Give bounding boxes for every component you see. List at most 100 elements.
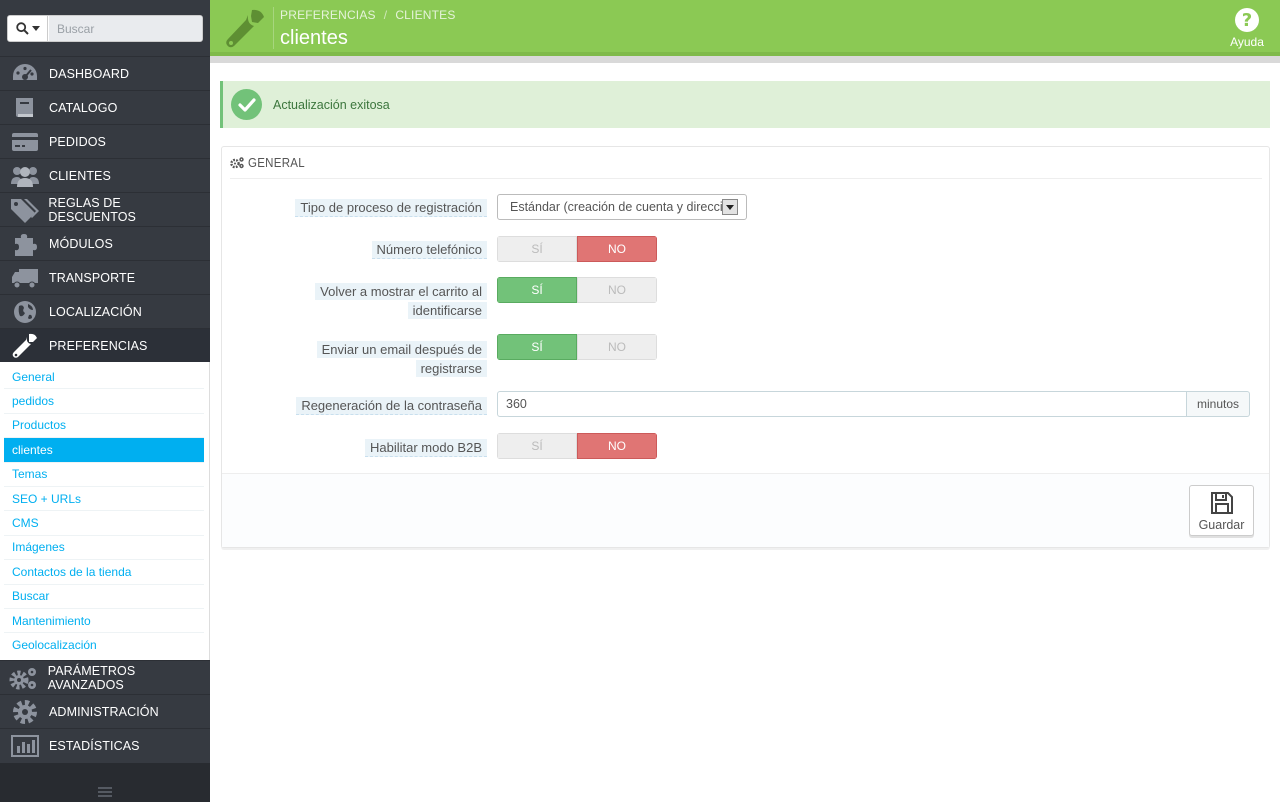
caret-down-icon <box>31 26 40 31</box>
cart-yes-option[interactable]: SÍ <box>497 277 577 303</box>
submenu-item-seo-urls[interactable]: SEO + URLs <box>4 487 204 512</box>
preferences-submenu: General pedidos Productos clientes Temas… <box>0 362 210 660</box>
menu-item-pedidos[interactable]: PEDIDOS <box>0 124 210 158</box>
save-label: Guardar <box>1198 518 1245 532</box>
phone-switch: SÍ NO <box>497 236 657 262</box>
phone-no-option[interactable]: NO <box>577 236 657 262</box>
menu-label: PREFERENCIAS <box>49 338 148 353</box>
password-regeneration-input[interactable] <box>497 391 1187 417</box>
menu-label: DASHBOARD <box>49 66 130 81</box>
menu-item-modulos[interactable]: MÓDULOS <box>0 226 210 260</box>
field-label: Volver a mostrar el carrito al identific… <box>315 282 487 320</box>
question-icon: ? <box>1235 8 1259 32</box>
submenu-item-general[interactable]: General <box>4 365 204 390</box>
menu-label: ADMINISTRACIÓN <box>49 704 159 719</box>
sidebar: DASHBOARD CATALOGO PEDIDOS CLIENTES REGL… <box>0 0 210 802</box>
menu-item-preferencias[interactable]: PREFERENCIAS <box>0 328 210 362</box>
submenu-item-geolocalizacion[interactable]: Geolocalización <box>4 633 204 657</box>
breadcrumb-preferencias[interactable]: PREFERENCIAS <box>280 8 376 22</box>
field-label: Regeneración de la contraseña <box>296 396 487 415</box>
field-label: Enviar un email después de registrarse <box>316 340 487 378</box>
sidebar-collapse-bar[interactable] <box>0 763 210 802</box>
submenu-item-cms[interactable]: CMS <box>4 511 204 536</box>
email-no-option[interactable]: NO <box>577 334 657 360</box>
password-label: Regeneración de la contraseña <box>296 397 487 415</box>
panel-heading: GENERAL <box>230 147 1262 179</box>
bar-chart-icon <box>0 729 49 763</box>
search-box <box>7 15 203 42</box>
wrench-icon <box>222 6 268 52</box>
submenu-item-contactos[interactable]: Contactos de la tienda <box>4 560 204 585</box>
cart-no-option[interactable]: NO <box>577 277 657 303</box>
cart-label-line-1: Volver a mostrar el carrito al <box>315 283 487 300</box>
submenu-item-imagenes[interactable]: Imágenes <box>4 536 204 561</box>
dashboard-icon <box>0 57 49 91</box>
menu-label: LOCALIZACIÓN <box>49 304 142 319</box>
puzzle-icon <box>0 227 49 261</box>
cog-icon <box>0 695 49 729</box>
floppy-disk-icon <box>1210 492 1233 514</box>
cogs-icon <box>0 661 48 695</box>
main-menu: DASHBOARD CATALOGO PEDIDOS CLIENTES REGL… <box>0 56 210 362</box>
search-input[interactable] <box>49 16 202 41</box>
credit-card-icon <box>0 125 49 159</box>
page-title: clientes <box>280 27 348 49</box>
success-alert: Actualización exitosa <box>220 81 1270 128</box>
registration-type-label: Tipo de proceso de registración <box>295 199 487 217</box>
menu-label: REGLAS DE DESCUENTOS <box>48 195 136 224</box>
caret-down-icon <box>722 199 738 215</box>
menu-label: PEDIDOS <box>49 134 106 149</box>
b2b-label: Habilitar modo B2B <box>365 439 487 457</box>
submenu-item-mantenimiento[interactable]: Mantenimiento <box>4 609 204 634</box>
menu-item-localizacion[interactable]: LOCALIZACIÓN <box>0 294 210 328</box>
panel-footer: Guardar <box>222 473 1269 547</box>
header-divider <box>273 7 274 49</box>
submenu-item-temas[interactable]: Temas <box>4 463 204 487</box>
menu-item-dashboard[interactable]: DASHBOARD <box>0 56 210 90</box>
save-button[interactable]: Guardar <box>1189 485 1254 536</box>
menu-item-estadisticas[interactable]: ESTADÍSTICAS <box>0 728 210 762</box>
menu-toggle-icon <box>98 787 112 797</box>
menu-label: CATALOGO <box>49 100 118 115</box>
registration-type-select[interactable]: Estándar (creación de cuenta y dirección <box>497 194 747 220</box>
breadcrumb-clientes[interactable]: CLIENTES <box>395 8 455 22</box>
book-icon <box>0 91 49 125</box>
b2b-yes-option[interactable]: SÍ <box>497 433 577 459</box>
wrench-icon <box>0 329 49 363</box>
menu-item-transporte[interactable]: TRANSPORTE <box>0 260 210 294</box>
email-yes-option[interactable]: SÍ <box>497 334 577 360</box>
menu-item-clientes[interactable]: CLIENTES <box>0 158 210 192</box>
breadcrumb: PREFERENCIAS / CLIENTES <box>280 8 456 22</box>
registration-type-value: Estándar (creación de cuenta y dirección <box>510 200 737 214</box>
menu-item-catalogo[interactable]: CATALOGO <box>0 90 210 124</box>
breadcrumb-separator: / <box>383 8 388 22</box>
field-label: Número telefónico <box>371 240 487 259</box>
menu-item-administracion[interactable]: ADMINISTRACIÓN <box>0 694 210 728</box>
submenu-item-clientes[interactable]: clientes <box>4 438 204 463</box>
menu-item-reglas[interactable]: REGLAS DE DESCUENTOS <box>0 192 210 226</box>
menu-label: ESTADÍSTICAS <box>49 738 140 753</box>
help-button[interactable]: ? Ayuda <box>1227 8 1267 49</box>
submenu-item-productos[interactable]: Productos <box>4 414 204 439</box>
menu-label: PARÁMETROS AVANZADOS <box>47 663 136 692</box>
submenu-item-pedidos[interactable]: pedidos <box>4 389 204 414</box>
email-switch: SÍ NO <box>497 334 657 360</box>
field-label: Tipo de proceso de registración <box>295 198 487 217</box>
alert-message: Actualización exitosa <box>273 97 390 112</box>
cart-switch: SÍ NO <box>497 277 657 303</box>
submenu-item-buscar[interactable]: Buscar <box>4 585 204 609</box>
page-header: PREFERENCIAS / CLIENTES clientes ? Ayuda <box>210 0 1280 56</box>
cogs-icon <box>230 157 244 169</box>
header-shadow <box>210 56 1280 63</box>
email-label-line-2: registrarse <box>415 360 487 377</box>
menu-label: MÓDULOS <box>49 236 113 251</box>
b2b-no-option[interactable]: NO <box>577 433 657 459</box>
phone-yes-option[interactable]: SÍ <box>497 236 577 262</box>
search-type-button[interactable] <box>8 16 48 41</box>
menu-item-parametros-avanzados[interactable]: PARÁMETROS AVANZADOS <box>0 660 210 694</box>
tags-icon <box>0 193 48 227</box>
help-label: Ayuda <box>1230 35 1264 49</box>
search-icon <box>15 22 29 35</box>
users-icon <box>0 159 49 193</box>
email-label-line-1: Enviar un email después de <box>316 341 487 358</box>
